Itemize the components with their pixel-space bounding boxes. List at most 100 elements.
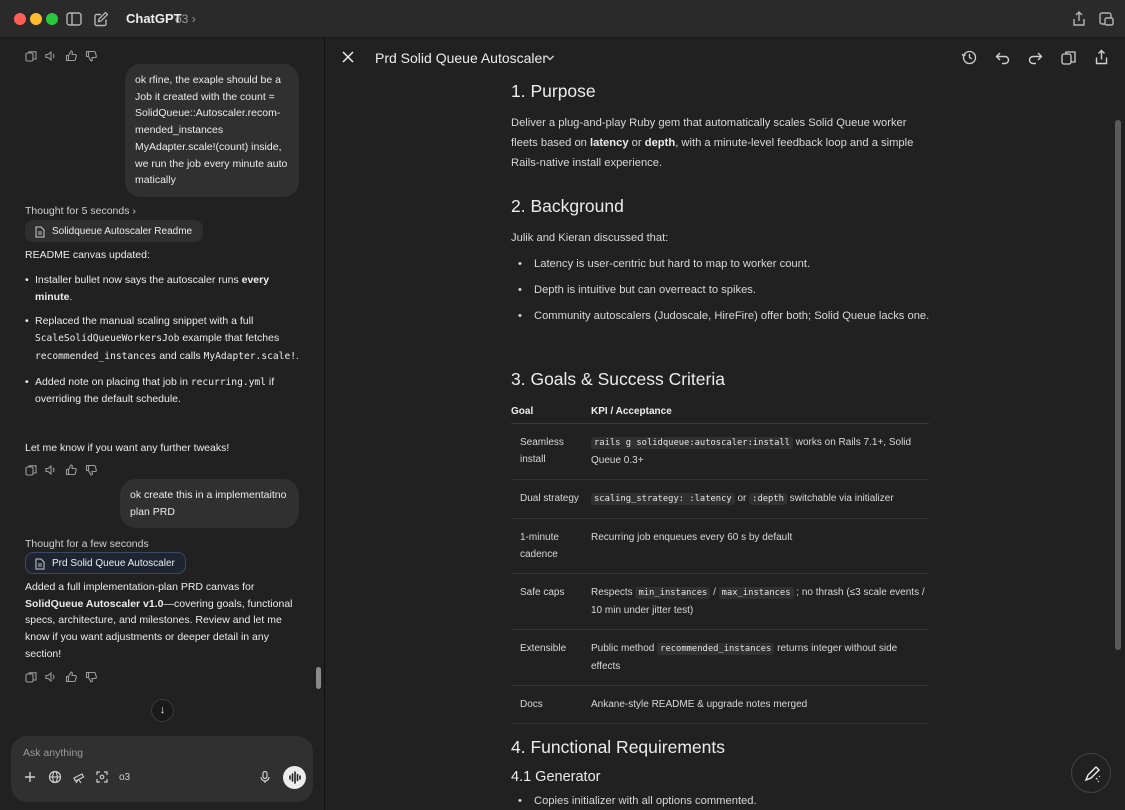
paragraph: Julik and Kieran discussed that:: [511, 232, 669, 244]
message-line: Job it created with the count =: [135, 90, 275, 103]
message-line: MyAdapter.scale!(count) inside,: [135, 140, 282, 153]
list-item: Installer bullet now says the autoscaler…: [25, 272, 300, 305]
app-title: ChatGPT: [126, 11, 182, 26]
kpi-cell: rails g solidqueue:autoscaler:install wo…: [591, 423, 929, 480]
waveform-icon: [289, 771, 301, 784]
goal-cell: Dual strategy: [511, 479, 591, 519]
inline-code: min_instances: [635, 587, 711, 599]
share-icon[interactable]: [1070, 10, 1088, 28]
goal-cell: Safe caps: [511, 573, 591, 630]
thumbs-up-icon[interactable]: [65, 464, 77, 476]
close-window-button[interactable]: [14, 13, 26, 25]
message-actions: [25, 464, 97, 476]
canvas-panel: Prd Solid Queue Autoscaler 1. Purpose De…: [326, 38, 1125, 810]
list-item: Community autoscalers (Judoscale, HireFi…: [511, 306, 931, 326]
message-line: mended_instances: [135, 124, 224, 137]
inline-code: recommended_instances: [657, 643, 775, 655]
chat-panel: ok rfine, the exaple should be a Job it …: [0, 38, 325, 810]
chevron-right-icon: ›: [129, 205, 136, 217]
column-header: Goal: [511, 400, 591, 424]
user-message: ok create this in a implementaitno plan …: [120, 479, 299, 529]
bullet-text: Replaced the manual scaling snippet with…: [35, 315, 254, 328]
close-icon[interactable]: [341, 50, 355, 64]
subsection-heading: 4.1 Generator: [511, 769, 601, 785]
paragraph-bold: latency: [590, 137, 629, 149]
document-icon: [35, 558, 45, 570]
thumbs-down-icon[interactable]: [85, 50, 97, 62]
thought-toggle[interactable]: Thought for a few seconds: [25, 538, 149, 550]
bullet-text: example that fetches: [179, 332, 280, 345]
microphone-icon[interactable]: [258, 770, 272, 784]
section-heading: 4. Functional Requirements: [511, 737, 725, 757]
copy-icon[interactable]: [25, 464, 37, 476]
read-aloud-icon[interactable]: [45, 464, 57, 476]
model-selector[interactable]: o3 ›: [175, 12, 196, 26]
share-icon[interactable]: [1093, 49, 1110, 66]
read-aloud-icon[interactable]: [45, 50, 57, 62]
voice-mode-button[interactable]: [283, 766, 306, 789]
list-item: Depth is intuitive but can overreact to …: [511, 280, 931, 300]
assistant-text: README canvas updated:: [25, 249, 150, 261]
copy-icon[interactable]: [1060, 49, 1077, 66]
scroll-down-button[interactable]: ↓: [151, 699, 174, 722]
canvas-title[interactable]: Prd Solid Queue Autoscaler: [375, 50, 547, 66]
paragraph-bold: depth: [644, 137, 676, 149]
section-heading: 3. Goals & Success Criteria: [511, 369, 725, 389]
kpi-text: Respects: [591, 587, 636, 598]
paragraph-text: or: [628, 137, 645, 149]
goal-cell: Extensible: [511, 629, 591, 686]
new-chat-icon[interactable]: [92, 10, 110, 28]
paragraph: Deliver a plug-and-play Ruby gem that au…: [511, 113, 931, 173]
message-line: we run the job every minute auto: [135, 157, 288, 170]
thumbs-down-icon[interactable]: [85, 464, 97, 476]
thumbs-down-icon[interactable]: [85, 671, 97, 683]
document-icon: [35, 226, 45, 238]
thumbs-up-icon[interactable]: [65, 671, 77, 683]
read-aloud-icon[interactable]: [45, 671, 57, 683]
thought-toggle[interactable]: Thought for 5 seconds ›: [25, 205, 136, 217]
bullet-text: .: [296, 349, 299, 362]
inline-code: recurring.yml: [190, 376, 266, 388]
message-input[interactable]: [23, 744, 283, 762]
thumbs-up-icon[interactable]: [65, 50, 77, 62]
canvas-chip[interactable]: Solidqueue Autoscaler Readme: [25, 220, 204, 242]
chat-scrollbar[interactable]: [316, 667, 321, 689]
chevron-down-icon[interactable]: [545, 54, 555, 62]
redo-icon[interactable]: [1027, 49, 1044, 66]
assistant-text-part: Added a full implementation-plan PRD can…: [25, 581, 255, 593]
tools-icon[interactable]: [95, 770, 109, 784]
zoom-window-button[interactable]: [46, 13, 58, 25]
edit-suggestions-button[interactable]: [1071, 753, 1111, 793]
inline-code: rails g solidqueue:autoscaler:install: [591, 437, 793, 449]
message-line: ok create this in a implementaitno: [130, 489, 287, 501]
minimize-window-button[interactable]: [30, 13, 42, 25]
undo-icon[interactable]: [994, 49, 1011, 66]
window-titlebar: ChatGPT o3 ›: [0, 0, 1125, 38]
copy-icon[interactable]: [25, 671, 37, 683]
history-icon[interactable]: [961, 49, 978, 66]
message-line: matically: [135, 174, 176, 187]
kpi-cell: Ankane-style README & upgrade notes merg…: [591, 685, 929, 724]
inline-code: :depth: [749, 493, 787, 505]
canvas-chip-label: Prd Solid Queue Autoscaler: [52, 558, 175, 569]
composer-model-label[interactable]: o3: [119, 772, 130, 783]
goal-cell: 1-minute cadence: [511, 518, 591, 574]
telescope-icon[interactable]: [72, 770, 86, 784]
thought-label: Thought for a few seconds: [25, 538, 149, 550]
assistant-text: Let me know if you want any further twea…: [25, 442, 230, 454]
popout-icon[interactable]: [1097, 10, 1115, 28]
assistant-bullet-list: Installer bullet now says the autoscaler…: [25, 272, 300, 416]
user-message: ok rfine, the exaple should be a Job it …: [125, 64, 299, 197]
copy-icon[interactable]: [25, 50, 37, 62]
column-header: KPI / Acceptance: [591, 400, 929, 424]
assistant-text: Added a full implementation-plan PRD can…: [25, 579, 300, 663]
sidebar-toggle-icon[interactable]: [65, 10, 83, 28]
plus-icon[interactable]: [23, 770, 37, 784]
kpi-cell: Public method recommended_instances retu…: [591, 629, 929, 686]
globe-icon[interactable]: [48, 770, 62, 784]
canvas-scrollbar[interactable]: [1115, 120, 1121, 650]
list-item: Replaced the manual scaling snippet with…: [25, 313, 300, 365]
list-item: Latency is user-centric but hard to map …: [511, 254, 931, 274]
canvas-chip-active[interactable]: Prd Solid Queue Autoscaler: [25, 552, 186, 574]
message-line: SolidQueue::Autoscaler.recom-: [135, 107, 281, 120]
